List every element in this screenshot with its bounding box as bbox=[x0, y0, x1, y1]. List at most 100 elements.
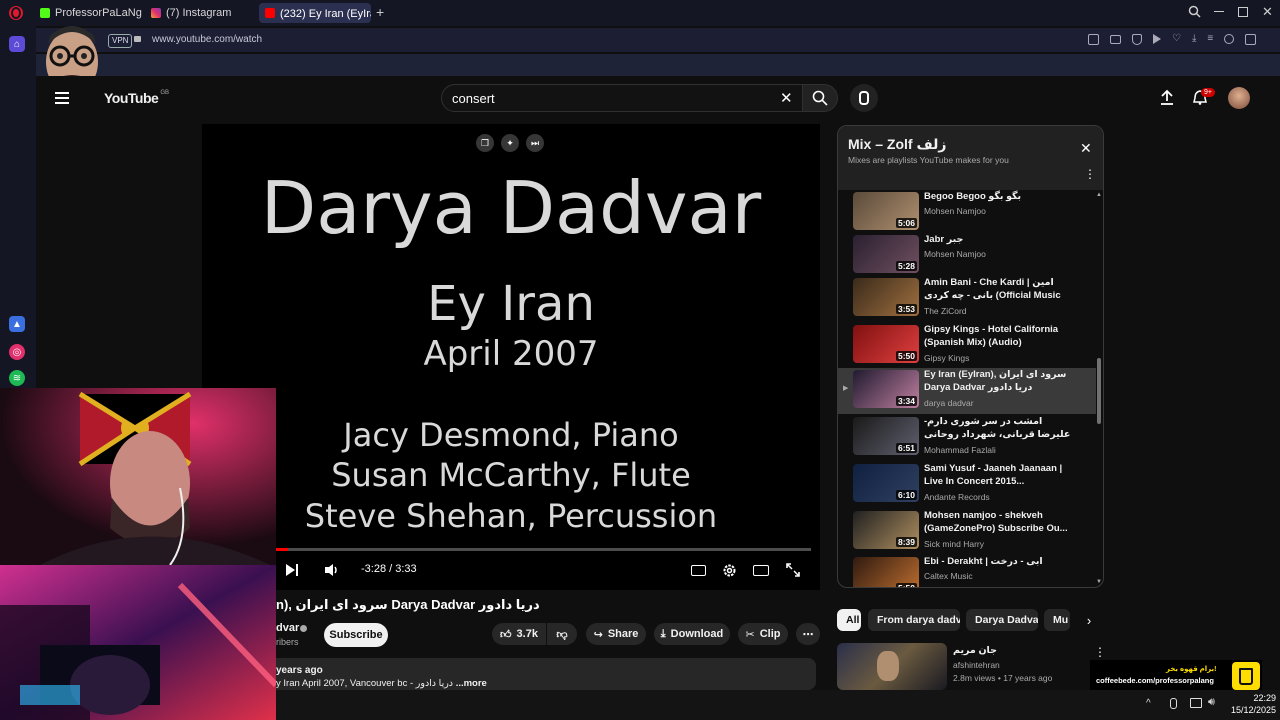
more-actions-button[interactable]: ⋯ bbox=[796, 623, 820, 645]
video-player[interactable]: Darya Dadvar Ey Iran April 2007 Jacy Des… bbox=[202, 124, 820, 590]
lock-icon bbox=[134, 36, 141, 42]
share-button[interactable]: ↪ Share bbox=[586, 623, 646, 645]
miniplayer-icon[interactable]: ❐ bbox=[476, 134, 494, 152]
mic-tray-icon[interactable] bbox=[1170, 698, 1177, 709]
upload-icon[interactable] bbox=[1160, 89, 1174, 105]
playlist-item[interactable]: 6:10 Sami Yusuf - Jaaneh Jaanaan | Live I… bbox=[838, 462, 1096, 508]
workspace-icon[interactable]: ⌂ bbox=[9, 36, 25, 52]
subtitles-button[interactable] bbox=[688, 560, 708, 580]
spotify-icon[interactable]: ≋ bbox=[9, 370, 25, 386]
playlist-item[interactable]: 5:06 Begoo Begoo بگو بگو Mohsen Namjoo bbox=[838, 190, 1096, 236]
download-icon: ⤓ bbox=[660, 627, 666, 640]
close-window-button[interactable]: ✕ bbox=[1262, 4, 1273, 20]
playlist-item[interactable]: 5:50 Ebi - Derakht | ابی - درخت Caltex Mus… bbox=[838, 555, 1096, 587]
playlist-menu-icon[interactable]: ⋮ bbox=[1084, 168, 1096, 180]
fullscreen-button[interactable] bbox=[783, 560, 803, 580]
volume-tray-icon[interactable]: 🔊︎ bbox=[1208, 696, 1215, 709]
playlist-item[interactable]: 8:39 Mohsen namjoo - shekveh (GameZonePro… bbox=[838, 509, 1096, 555]
network-tray-icon[interactable] bbox=[1190, 698, 1202, 708]
thumbs-up-icon: 👍︎ bbox=[500, 628, 512, 641]
playlist-item-current[interactable]: ▶ 3:34 Ey Iran (EyIran), سرود ای ایران Dar… bbox=[838, 368, 1096, 414]
recommended-title[interactable]: جان مریم bbox=[953, 645, 997, 656]
region-code: GB bbox=[160, 90, 169, 96]
youtube-logo[interactable]: YouTube GB bbox=[104, 90, 169, 106]
download-button[interactable]: ⤓ Download bbox=[654, 623, 730, 645]
hamburger-menu-icon[interactable] bbox=[55, 92, 69, 104]
recommended-thumbnail[interactable] bbox=[837, 643, 947, 690]
vpn-badge[interactable]: VPN bbox=[108, 34, 133, 48]
url-field[interactable]: www.youtube.com/watch bbox=[152, 34, 262, 45]
dislike-button[interactable]: 👎︎ bbox=[547, 623, 577, 645]
scroll-down-arrow[interactable]: ▼ bbox=[1096, 579, 1102, 585]
playlist-item-title: Amin Bani - Che Kardi | امین بانی - چه ک… bbox=[924, 277, 1061, 301]
edit-icon[interactable] bbox=[1088, 34, 1099, 45]
mix-playlist-panel: Mix – Zolf زلف Mixes are playlists YouTu… bbox=[837, 125, 1104, 588]
camera-icon[interactable] bbox=[1110, 35, 1121, 44]
voice-search-button[interactable] bbox=[850, 84, 878, 112]
scroll-up-arrow[interactable]: ▲ bbox=[1096, 192, 1102, 198]
tab-search-icon[interactable] bbox=[1188, 5, 1201, 18]
description-box[interactable]: years ago y Iran April 2007, Vancouver b… bbox=[276, 658, 816, 690]
video-line-date: April 2007 bbox=[423, 334, 599, 374]
channel-name[interactable]: dvar bbox=[276, 622, 299, 634]
video-line-credit-2: Susan McCarthy, Flute bbox=[331, 456, 691, 494]
tab-instagram[interactable]: (7) Instagram bbox=[145, 3, 255, 23]
playlist-item[interactable]: 5:50 Gipsy Kings - Hotel California (Span… bbox=[838, 323, 1096, 369]
chip-mu[interactable]: Mu bbox=[1044, 609, 1070, 631]
thumbs-down-icon: 👎︎ bbox=[556, 628, 568, 641]
shield-icon[interactable] bbox=[1132, 34, 1142, 45]
aria-icon[interactable]: ▲ bbox=[9, 316, 25, 332]
minimize-button[interactable] bbox=[1214, 11, 1224, 12]
autoplay-sparkle-icon[interactable]: ✦ bbox=[501, 134, 519, 152]
playlist-item[interactable]: 5:28 Jabr جبر Mohsen Namjoo bbox=[838, 233, 1096, 279]
playlist-item[interactable]: 3:53 Amin Bani - Che Kardi | امین بانی - … bbox=[838, 276, 1096, 322]
progress-bar[interactable] bbox=[276, 548, 811, 551]
taskbar-time[interactable]: 22:29 bbox=[1236, 693, 1276, 703]
opera-logo-icon[interactable] bbox=[9, 6, 23, 20]
volume-button[interactable] bbox=[322, 560, 342, 580]
like-button[interactable]: 👍︎ 3.7k bbox=[492, 623, 546, 645]
extensions-icon[interactable] bbox=[1245, 34, 1257, 45]
instagram-sidebar-icon[interactable]: ◎ bbox=[9, 344, 25, 360]
chips-next-arrow[interactable]: › bbox=[1079, 610, 1099, 630]
chip-all[interactable]: All bbox=[837, 609, 861, 631]
search-input[interactable]: consert bbox=[441, 84, 804, 112]
settings-button[interactable] bbox=[719, 560, 739, 580]
search-button[interactable] bbox=[802, 84, 838, 112]
recommended-menu-icon[interactable]: ⋮ bbox=[1094, 645, 1106, 659]
playlist-item[interactable]: 6:51 امشب در سر شوری دارم- علیرضا قربانی،… bbox=[838, 415, 1096, 461]
new-tab-button[interactable]: + bbox=[376, 5, 384, 19]
tray-expand-icon[interactable]: ^ bbox=[1146, 698, 1151, 709]
download-icon[interactable]: ⤓ bbox=[1192, 34, 1196, 45]
duration-badge: 5:28 bbox=[895, 261, 917, 271]
clip-button[interactable]: ✂ Clip bbox=[738, 623, 788, 645]
play-next-button[interactable] bbox=[282, 560, 302, 580]
address-bar-actions: ♡ ⤓ ≡ bbox=[1088, 34, 1257, 45]
chip-darya-dadvar[interactable]: Darya Dadvar bbox=[966, 609, 1038, 631]
heart-icon[interactable]: ♡ bbox=[1172, 34, 1181, 45]
subscribe-button[interactable]: Subscribe bbox=[324, 623, 388, 647]
theater-mode-button[interactable] bbox=[751, 560, 771, 580]
chip-from-darya-dadvar[interactable]: From darya dadvar bbox=[868, 609, 960, 631]
close-playlist-icon[interactable]: ✕ bbox=[1080, 140, 1092, 157]
playlist-item-channel: Andante Records bbox=[924, 492, 990, 502]
recommended-channel[interactable]: afshintehran bbox=[953, 660, 1000, 670]
skip-next-icon[interactable]: ⏭ bbox=[526, 134, 544, 152]
playlist-item-title: Ebi - Derakht | ابی - درخت bbox=[924, 556, 1043, 567]
taskbar-date[interactable]: 15/12/2025 bbox=[1222, 705, 1276, 715]
clear-search-icon[interactable]: ✕ bbox=[780, 89, 793, 107]
fullscreen-icon bbox=[786, 563, 800, 577]
maximize-button[interactable] bbox=[1238, 7, 1248, 17]
playlist-scrollbar[interactable] bbox=[1097, 358, 1101, 424]
menu-icon[interactable]: ≡ bbox=[1207, 34, 1213, 45]
playlist-item-channel: Sick mind Harry bbox=[924, 539, 984, 549]
playlist-title[interactable]: Mix – Zolf زلف bbox=[848, 136, 946, 153]
profile-icon[interactable] bbox=[1224, 34, 1235, 44]
account-avatar[interactable] bbox=[1228, 87, 1250, 109]
tab-youtube-active[interactable]: (232) Ey Iran (EyIran), سرود ای ایران bbox=[259, 3, 371, 23]
play-icon[interactable] bbox=[1153, 34, 1161, 44]
youtube-icon bbox=[265, 8, 275, 18]
microphone-icon bbox=[859, 91, 869, 105]
show-more-link[interactable]: ...more bbox=[456, 678, 487, 689]
playlist-items: 5:06 Begoo Begoo بگو بگو Mohsen Namjoo 5:28… bbox=[838, 190, 1103, 587]
